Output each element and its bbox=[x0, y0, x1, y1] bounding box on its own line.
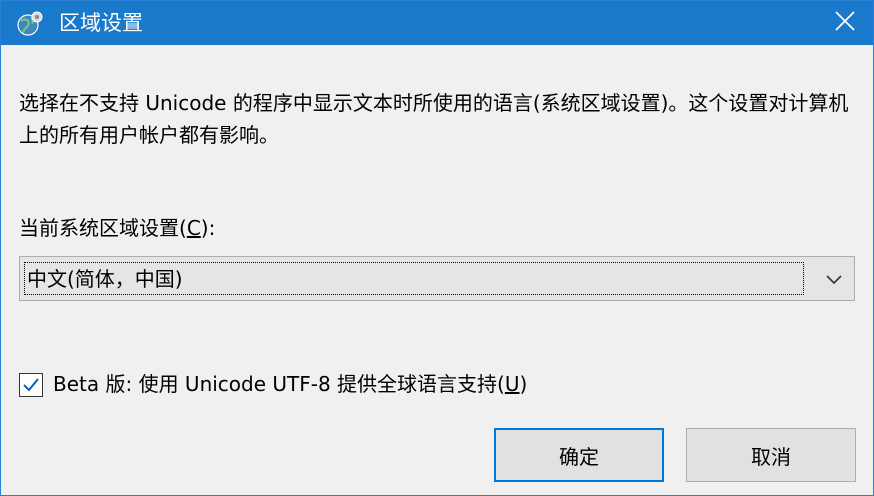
ok-button[interactable]: 确定 bbox=[494, 428, 664, 482]
current-locale-label-prefix: 当前系统区域设置( bbox=[19, 216, 187, 240]
title-bar[interactable]: 区域设置 bbox=[1, 1, 873, 45]
description-text: 选择在不支持 Unicode 的程序中显示文本时所使用的语言(系统区域设置)。这… bbox=[19, 91, 849, 147]
checkmark-icon bbox=[23, 378, 39, 392]
beta-utf8-label: Beta 版: 使用 Unicode UTF-8 提供全球语言支持(U) bbox=[53, 369, 527, 399]
system-locale-dropdown[interactable]: 中文(简体，中国) bbox=[19, 256, 855, 301]
cancel-button[interactable]: 取消 bbox=[686, 428, 856, 482]
close-icon bbox=[834, 10, 856, 36]
current-locale-label: 当前系统区域设置(C): bbox=[19, 214, 215, 242]
close-button[interactable] bbox=[817, 1, 873, 45]
beta-utf8-label-suffix: ) bbox=[519, 372, 528, 396]
globe-settings-icon bbox=[15, 9, 45, 39]
beta-utf8-label-prefix: Beta 版: 使用 Unicode UTF-8 提供全球语言支持( bbox=[53, 372, 505, 396]
current-locale-access-key: C bbox=[186, 216, 201, 240]
region-settings-dialog: 区域设置 选择在不支持 Unicode 的程序中显示文本时所使用的语言(系统区域… bbox=[0, 0, 874, 496]
window-title: 区域设置 bbox=[59, 11, 143, 35]
beta-utf8-checkbox[interactable] bbox=[19, 373, 43, 397]
system-locale-selected-value: 中文(简体，中国) bbox=[24, 262, 804, 295]
chevron-down-icon bbox=[824, 269, 844, 289]
current-locale-label-suffix: ): bbox=[200, 216, 216, 240]
beta-utf8-access-key: U bbox=[504, 372, 520, 396]
